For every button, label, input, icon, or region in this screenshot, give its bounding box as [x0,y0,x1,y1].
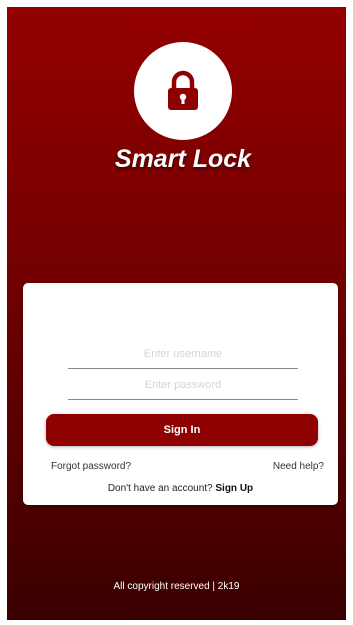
app-title: Smart Lock [114,145,252,173]
signup-prompt: Don't have an account? Sign Up [23,483,338,494]
login-card: Sign In Forgot password? Need help? Don'… [23,283,338,505]
padlock-icon [168,70,198,110]
copyright-footer: All copyright reserved | 2k19 [113,581,240,592]
sign-up-link[interactable]: Sign Up [215,483,253,494]
password-input[interactable] [68,371,298,400]
logo-circle [134,42,232,140]
need-help-link[interactable]: Need help? [273,461,324,472]
app-screen: Smart Lock Sign In Forgot password? Need… [7,7,346,620]
no-account-text: Don't have an account? [107,483,216,494]
forgot-password-link[interactable]: Forgot password? [51,461,131,472]
username-input[interactable] [68,340,298,369]
sign-in-button[interactable]: Sign In [46,414,318,446]
